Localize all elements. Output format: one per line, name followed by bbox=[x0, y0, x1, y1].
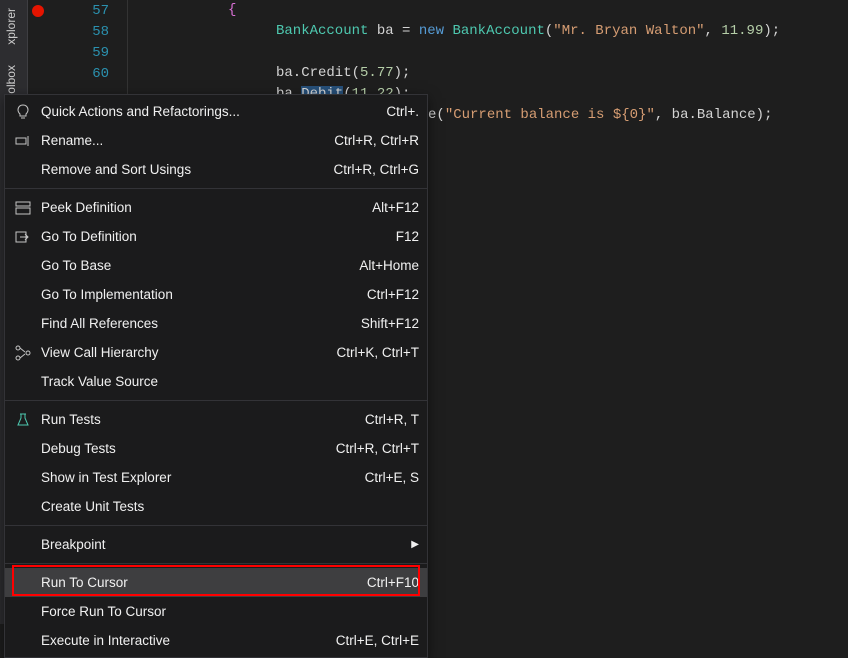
menu-item-remove-and-sort-usings[interactable]: Remove and Sort Usings Ctrl+R, Ctrl+G bbox=[5, 155, 427, 184]
menu-shortcut: Ctrl+E, S bbox=[365, 470, 419, 485]
line-number: 57 bbox=[48, 3, 127, 19]
blank-icon bbox=[11, 160, 35, 180]
code-number: 11.99 bbox=[721, 23, 763, 39]
code-type: BankAccount bbox=[276, 23, 368, 39]
menu-label: Rename... bbox=[41, 133, 314, 148]
menu-shortcut: Ctrl+K, Ctrl+T bbox=[336, 345, 419, 360]
code-number: 5.77 bbox=[360, 65, 394, 81]
menu-item-go-to-definition[interactable]: Go To Definition F12 bbox=[5, 222, 427, 251]
menu-label: Go To Implementation bbox=[41, 287, 347, 302]
code-text: , ba.Balance); bbox=[655, 107, 773, 123]
menu-item-run-to-cursor[interactable]: Run To Cursor Ctrl+F10 bbox=[5, 568, 427, 597]
menu-shortcut: Shift+F12 bbox=[361, 316, 419, 331]
rename-icon bbox=[11, 131, 35, 151]
menu-shortcut: Alt+F12 bbox=[372, 200, 419, 215]
menu-label: Track Value Source bbox=[41, 374, 419, 389]
code-text: , bbox=[705, 23, 722, 39]
menu-shortcut: Ctrl+R, T bbox=[365, 412, 419, 427]
menu-item-peek-definition[interactable]: Peek Definition Alt+F12 bbox=[5, 193, 427, 222]
code-text: ); bbox=[763, 23, 780, 39]
menu-label: Execute in Interactive bbox=[41, 633, 316, 648]
blank-icon bbox=[11, 573, 35, 593]
menu-label: Go To Base bbox=[41, 258, 339, 273]
code-text: ba = bbox=[368, 23, 418, 39]
menu-label: Debug Tests bbox=[41, 441, 316, 456]
menu-label: Remove and Sort Usings bbox=[41, 162, 313, 177]
menu-item-quick-actions-and-refactorings[interactable]: Quick Actions and Refactorings... Ctrl+. bbox=[5, 97, 427, 126]
flask-icon bbox=[11, 410, 35, 430]
goto-icon bbox=[11, 227, 35, 247]
menu-item-show-in-test-explorer[interactable]: Show in Test Explorer Ctrl+E, S bbox=[5, 463, 427, 492]
blank-icon bbox=[11, 256, 35, 276]
menu-separator bbox=[5, 400, 427, 401]
line-number: 60 bbox=[48, 66, 127, 82]
menu-shortcut: Ctrl+F12 bbox=[367, 287, 419, 302]
menu-label: Find All References bbox=[41, 316, 341, 331]
menu-item-execute-in-interactive[interactable]: Execute in Interactive Ctrl+E, Ctrl+E bbox=[5, 626, 427, 655]
menu-separator bbox=[5, 188, 427, 189]
menu-shortcut: Ctrl+R, Ctrl+G bbox=[333, 162, 419, 177]
breakpoint-dot-icon bbox=[32, 5, 44, 17]
menu-item-run-tests[interactable]: Run Tests Ctrl+R, T bbox=[5, 405, 427, 434]
blank-icon bbox=[11, 439, 35, 459]
code-area[interactable]: { BankAccount ba = new BankAccount("Mr. … bbox=[148, 0, 848, 105]
peek-icon bbox=[11, 198, 35, 218]
menu-item-find-all-references[interactable]: Find All References Shift+F12 bbox=[5, 309, 427, 338]
menu-item-track-value-source[interactable]: Track Value Source bbox=[5, 367, 427, 396]
menu-item-go-to-base[interactable]: Go To Base Alt+Home bbox=[5, 251, 427, 280]
code-text: ba.Credit( bbox=[276, 65, 360, 81]
blank-icon bbox=[11, 285, 35, 305]
menu-label: Breakpoint bbox=[41, 537, 391, 552]
code-text: ); bbox=[394, 65, 411, 81]
code-keyword: new bbox=[419, 23, 444, 39]
blank-icon bbox=[11, 602, 35, 622]
menu-shortcut: Alt+Home bbox=[359, 258, 419, 273]
hierarchy-icon bbox=[11, 343, 35, 363]
blank-icon bbox=[11, 314, 35, 334]
menu-item-create-unit-tests[interactable]: Create Unit Tests bbox=[5, 492, 427, 521]
code-text: e( bbox=[428, 107, 445, 123]
menu-shortcut: Ctrl+E, Ctrl+E bbox=[336, 633, 419, 648]
menu-label: Run To Cursor bbox=[41, 575, 347, 590]
blank-icon bbox=[11, 372, 35, 392]
blank-icon bbox=[11, 468, 35, 488]
menu-shortcut: F12 bbox=[396, 229, 419, 244]
breakpoint-marker[interactable] bbox=[28, 5, 48, 17]
code-string: "Mr. Bryan Walton" bbox=[553, 23, 704, 39]
menu-label: Force Run To Cursor bbox=[41, 604, 419, 619]
sidebar-tab-explorer[interactable]: xplorer bbox=[0, 0, 22, 53]
blank-icon bbox=[11, 535, 35, 555]
menu-item-view-call-hierarchy[interactable]: View Call Hierarchy Ctrl+K, Ctrl+T bbox=[5, 338, 427, 367]
menu-shortcut: Ctrl+R, Ctrl+R bbox=[334, 133, 419, 148]
menu-item-debug-tests[interactable]: Debug Tests Ctrl+R, Ctrl+T bbox=[5, 434, 427, 463]
menu-label: Go To Definition bbox=[41, 229, 376, 244]
menu-item-go-to-implementation[interactable]: Go To Implementation Ctrl+F12 bbox=[5, 280, 427, 309]
code-type: BankAccount bbox=[444, 23, 545, 39]
blank-icon bbox=[11, 631, 35, 651]
line-number: 59 bbox=[48, 45, 127, 61]
lightbulb-icon bbox=[11, 102, 35, 122]
code-string: "Current balance is ${0}" bbox=[445, 107, 655, 123]
menu-label: Show in Test Explorer bbox=[41, 470, 345, 485]
menu-label: View Call Hierarchy bbox=[41, 345, 316, 360]
code-brace: { bbox=[228, 2, 236, 18]
menu-label: Run Tests bbox=[41, 412, 345, 427]
menu-separator bbox=[5, 525, 427, 526]
menu-shortcut: Ctrl+R, Ctrl+T bbox=[336, 441, 419, 456]
blank-icon bbox=[11, 497, 35, 517]
submenu-arrow-icon: ▶ bbox=[411, 539, 419, 550]
menu-item-breakpoint[interactable]: Breakpoint ▶ bbox=[5, 530, 427, 559]
menu-label: Create Unit Tests bbox=[41, 499, 419, 514]
menu-label: Peek Definition bbox=[41, 200, 352, 215]
menu-item-force-run-to-cursor[interactable]: Force Run To Cursor bbox=[5, 597, 427, 626]
menu-shortcut: Ctrl+. bbox=[386, 104, 419, 119]
menu-label: Quick Actions and Refactorings... bbox=[41, 104, 366, 119]
menu-shortcut: Ctrl+F10 bbox=[367, 575, 419, 590]
context-menu: Quick Actions and Refactorings... Ctrl+. R… bbox=[4, 94, 428, 658]
line-number: 58 bbox=[48, 24, 127, 40]
menu-separator bbox=[5, 563, 427, 564]
menu-item-rename[interactable]: Rename... Ctrl+R, Ctrl+R bbox=[5, 126, 427, 155]
